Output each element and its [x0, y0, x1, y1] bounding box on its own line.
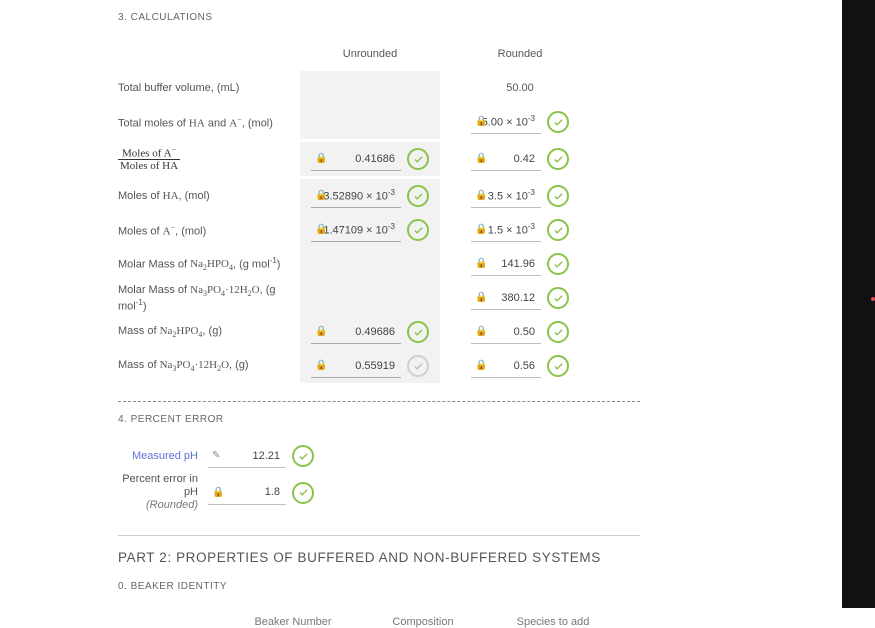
divider-solid — [118, 535, 640, 536]
lock-icon: 🔒 — [315, 360, 327, 371]
col-header-composition: Composition — [358, 616, 488, 628]
divider-dashed — [118, 401, 640, 402]
rounded-ratio[interactable]: 🔒 0.42 — [471, 147, 541, 171]
check-icon[interactable] — [547, 321, 569, 343]
label-percent-error: Percent error in pH — [122, 473, 198, 498]
col-header-rounded: Rounded — [450, 48, 590, 60]
part2-title: PART 2: PROPERTIES OF BUFFERED AND NON-B… — [118, 550, 640, 565]
label-total-volume: Total buffer volume, (mL) — [118, 82, 300, 94]
lock-icon: 🔒 — [475, 292, 487, 303]
rounded-mm-na3[interactable]: 🔒 380.12 — [471, 286, 541, 310]
lock-icon: 🔒 — [475, 224, 487, 235]
check-icon[interactable] — [547, 111, 569, 133]
unrounded-empty — [300, 281, 440, 315]
col-header-beaker-number: Beaker Number — [228, 616, 358, 628]
rounded-mass-na2[interactable]: 🔒 0.50 — [471, 320, 541, 344]
unrounded-ratio[interactable]: 🔒 0.41686 — [311, 147, 401, 171]
section-title-beaker-identity: 0. BEAKER IDENTITY — [118, 581, 640, 592]
check-icon[interactable] — [547, 185, 569, 207]
rounded-mm-na2[interactable]: 🔒 141.96 — [471, 252, 541, 276]
label-moles-am: Moles of A−, (mol) — [118, 223, 300, 238]
check-icon[interactable] — [547, 355, 569, 377]
lock-icon: 🔒 — [475, 153, 487, 164]
check-icon[interactable] — [292, 482, 314, 504]
unrounded-mass-na3[interactable]: 🔒 0.55919 — [311, 354, 401, 378]
check-icon[interactable] — [407, 185, 429, 207]
label-mass-na2: Mass of Na2HPO4, (g) — [118, 325, 300, 339]
percent-error-input[interactable]: 🔒 1.8 — [208, 481, 286, 505]
unrounded-moles-am[interactable]: 🔒 1.47109 × 10-3 — [311, 218, 401, 242]
check-icon[interactable] — [547, 287, 569, 309]
rounded-mass-na3[interactable]: 🔒 0.56 — [471, 354, 541, 378]
check-icon[interactable] — [547, 219, 569, 241]
section-title-calculations: 3. CALCULATIONS — [118, 12, 640, 23]
label-total-moles: Total moles of HA and A−, (mol) — [118, 115, 300, 130]
lock-icon: 🔒 — [475, 360, 487, 371]
right-sidebar — [842, 0, 875, 608]
label-mm-na3: Molar Mass of Na3PO4·12H2O, (g mol-1) — [118, 284, 300, 313]
unrounded-mass-na2[interactable]: 🔒 0.49686 — [311, 320, 401, 344]
check-icon[interactable] — [292, 445, 314, 467]
col-header-species: Species to add — [488, 616, 618, 628]
lock-icon: 🔒 — [315, 224, 327, 235]
notification-dot — [871, 297, 875, 301]
label-ratio: Moles of A− Moles of HA — [118, 146, 300, 173]
lock-icon: 🔒 — [475, 258, 487, 269]
rounded-moles-am[interactable]: 🔒 1.5 × 10-3 — [471, 218, 541, 242]
measured-ph-input[interactable]: ✎ 12.21 — [208, 444, 286, 468]
label-moles-ha: Moles of HA, (mol) — [118, 190, 300, 202]
unrounded-moles-ha[interactable]: 🔒 3.52890 × 10-3 — [311, 184, 401, 208]
pencil-icon: ✎ — [212, 450, 220, 461]
check-icon[interactable] — [547, 253, 569, 275]
unrounded-empty — [300, 105, 440, 139]
lock-icon: 🔒 — [212, 487, 224, 498]
lock-icon: 🔒 — [475, 116, 487, 127]
unrounded-empty — [300, 247, 440, 281]
check-icon[interactable] — [407, 321, 429, 343]
check-icon[interactable] — [407, 219, 429, 241]
label-mm-na2: Molar Mass of Na2HPO4, (g mol-1) — [118, 256, 300, 273]
section-title-percent-error: 4. PERCENT ERROR — [118, 414, 640, 425]
lock-icon: 🔒 — [315, 326, 327, 337]
page-content: 3. CALCULATIONS Unrounded Rounded Total … — [118, 0, 640, 628]
rounded-total-volume: 50.00 — [450, 82, 590, 94]
check-icon[interactable] — [407, 148, 429, 170]
check-icon[interactable] — [407, 355, 429, 377]
unrounded-empty — [300, 71, 440, 105]
label-mass-na3: Mass of Na3PO4·12H2O, (g) — [118, 359, 300, 373]
rounded-total-moles[interactable]: 🔒 5.00 × 10-3 — [471, 110, 541, 134]
lock-icon: 🔒 — [315, 190, 327, 201]
check-icon[interactable] — [547, 148, 569, 170]
lock-icon: 🔒 — [475, 326, 487, 337]
label-percent-error-sub: (Rounded) — [146, 499, 198, 511]
rounded-moles-ha[interactable]: 🔒 3.5 × 10-3 — [471, 184, 541, 208]
label-measured-ph[interactable]: Measured pH — [132, 450, 198, 462]
lock-icon: 🔒 — [315, 153, 327, 164]
col-header-unrounded: Unrounded — [300, 48, 440, 60]
lock-icon: 🔒 — [475, 190, 487, 201]
